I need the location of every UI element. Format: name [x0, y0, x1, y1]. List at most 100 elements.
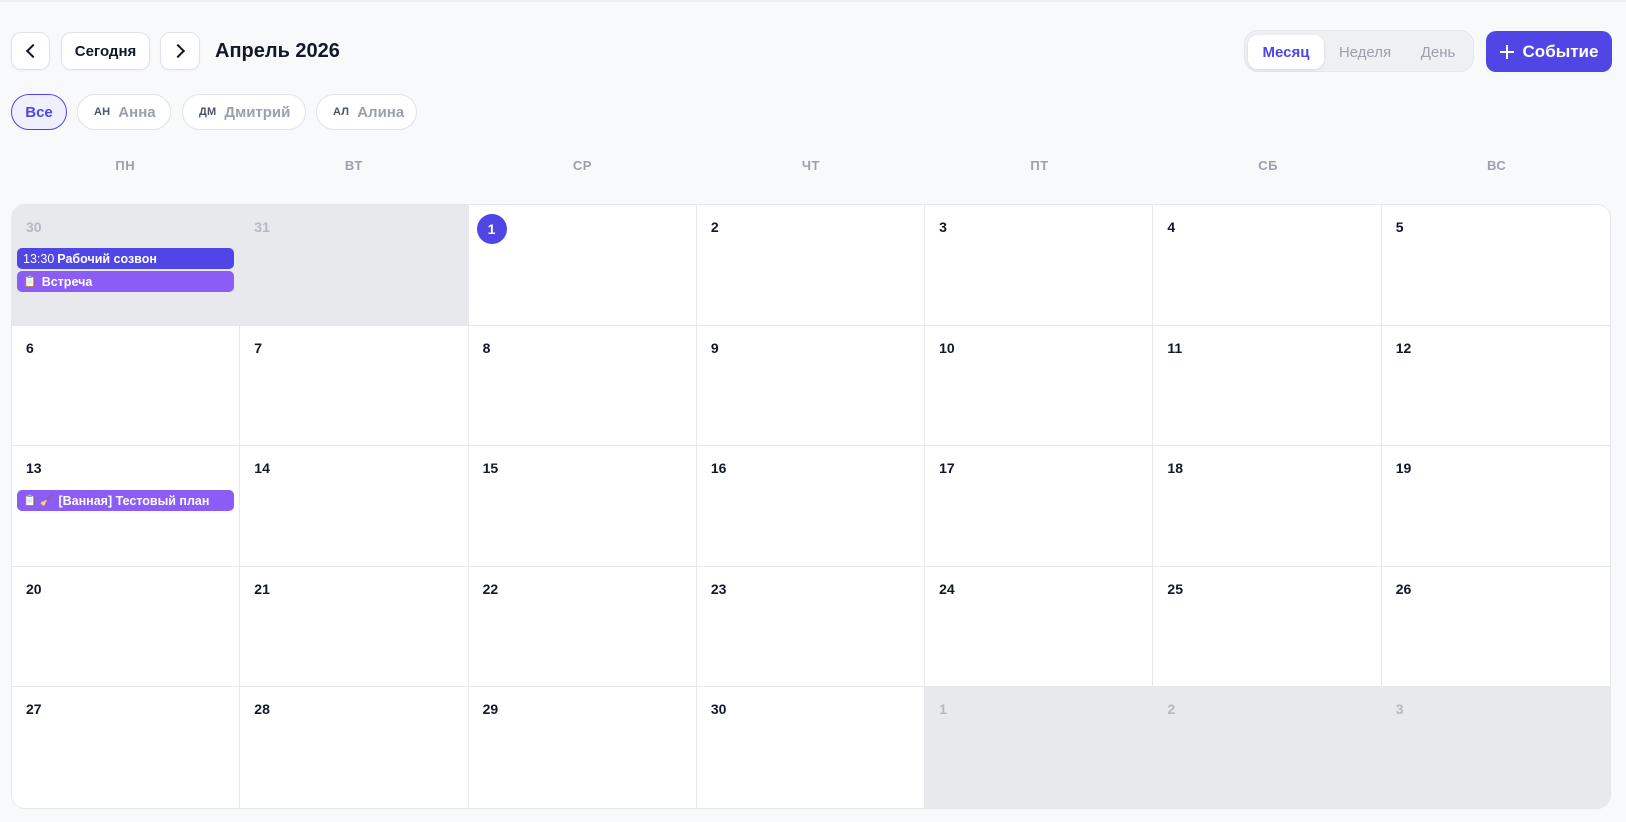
new-event-button[interactable]: Событие [1486, 31, 1612, 72]
view-week-tab[interactable]: Неделя [1327, 35, 1403, 69]
today-button[interactable]: Сегодня [61, 32, 150, 70]
day-number: 4 [1167, 219, 1176, 235]
day-cell[interactable]: 3 [925, 205, 1154, 326]
day-number: 31 [254, 219, 270, 235]
day-cell[interactable]: 18 [1153, 446, 1382, 567]
filter-dmitry-label: Дмитрий [224, 103, 291, 121]
day-number: 28 [254, 701, 270, 718]
filter-all-chip[interactable]: Все [11, 94, 67, 130]
day-cell[interactable]: 20 [12, 566, 241, 688]
avatar: АН [94, 106, 111, 118]
weekday-label: ПТ [1030, 158, 1049, 173]
day-number: 2 [1167, 701, 1176, 718]
clipboard-broom-icon: 📋 🧹 [23, 495, 54, 508]
day-cell[interactable]: 27 [12, 687, 241, 808]
chevron-left-icon [25, 43, 40, 59]
day-number: 12 [1395, 339, 1412, 356]
calendar-toolbar: Сегодня Апрель 2026 Месяц Неделя День Со… [11, 30, 1612, 72]
event-chip[interactable]: 📋 🧹 [Ванная] Тестовый план [17, 490, 235, 512]
day-cell[interactable]: 15 [468, 446, 697, 567]
day-number: 22 [482, 580, 499, 597]
event-chip[interactable]: 13:30 Рабочий созвон [17, 248, 235, 269]
new-event-label: Событие [1522, 41, 1599, 61]
event-time: 13:30 [23, 251, 55, 266]
day-cell[interactable]: 21 [240, 566, 469, 688]
day-number: 14 [254, 460, 270, 477]
day-cell[interactable]: 23 [696, 566, 926, 688]
day-cell[interactable]: 22 [468, 566, 697, 688]
day-number: 2 [710, 219, 719, 235]
day-cell[interactable]: 24 [925, 566, 1154, 688]
day-cell[interactable]: 4 [1153, 205, 1382, 326]
day-number: 21 [254, 580, 270, 597]
day-number: 8 [482, 339, 491, 356]
day-cell[interactable]: 2 [1153, 687, 1382, 808]
day-cell[interactable]: 9 [696, 325, 926, 447]
weekday-label: ВТ [344, 158, 363, 173]
view-day-tab[interactable]: День [1405, 35, 1471, 69]
day-cell[interactable]: 7 [240, 325, 469, 447]
page-title: Апрель 2026 [215, 40, 340, 62]
day-cell[interactable]: 31 [240, 205, 469, 326]
day-cell[interactable]: 28 [240, 687, 469, 808]
view-month-tab[interactable]: Месяц [1248, 35, 1324, 69]
plus-icon [1499, 44, 1514, 59]
day-cell[interactable]: 3 [1381, 687, 1610, 808]
next-month-button[interactable] [160, 32, 200, 70]
avatar: ДМ [199, 106, 217, 118]
day-number: 27 [26, 701, 42, 718]
day-number: 16 [710, 460, 727, 477]
day-number: 3 [1395, 701, 1404, 718]
event-title: Встреча [41, 274, 93, 289]
day-cell[interactable]: 1 [925, 687, 1154, 808]
day-number: 1 [939, 701, 947, 718]
day-number: 17 [939, 460, 955, 477]
day-number: 5 [1395, 219, 1404, 235]
day-cell[interactable]: 11 [1153, 325, 1382, 447]
day-cell[interactable]: 26 [1381, 566, 1610, 688]
filter-all-label: Все [25, 103, 53, 121]
day-cell[interactable]: 13 📋 🧹 [Ванная] Тестовый план [12, 446, 241, 567]
filter-anna-chip[interactable]: АН Анна [77, 94, 171, 130]
weekday-label: СБ [1258, 158, 1278, 173]
day-cell[interactable]: 30 [696, 687, 926, 808]
day-cell[interactable]: 6 [12, 325, 241, 447]
prev-month-button[interactable] [11, 32, 50, 70]
day-cell[interactable]: 2 [696, 205, 926, 326]
weekday-label: ЧТ [801, 158, 820, 173]
day-cell[interactable]: 12 [1381, 325, 1610, 447]
day-number: 26 [1395, 580, 1412, 597]
day-number: 11 [1167, 339, 1183, 356]
day-number: 19 [1395, 460, 1412, 477]
view-switcher: Месяц Неделя День [1244, 30, 1474, 72]
day-cell[interactable]: 16 [696, 446, 926, 567]
day-number: 30 [26, 219, 42, 235]
weekday-label: ВС [1487, 158, 1507, 173]
weekday-header: ПН ВТ СР ЧТ ПТ СБ ВС [11, 158, 1611, 178]
day-cell[interactable]: 25 [1153, 566, 1382, 688]
month-grid: 30 13:30 Рабочий созвон 📋 Встреча 31 1 2… [11, 204, 1611, 809]
day-cell[interactable]: 17 [925, 446, 1154, 567]
filter-anna-label: Анна [118, 103, 156, 121]
filter-alina-chip[interactable]: АЛ Алина [316, 94, 417, 130]
event-chip[interactable]: 📋 Встреча [17, 271, 235, 292]
day-cell[interactable]: 10 [925, 325, 1154, 447]
avatar: АЛ [333, 106, 350, 118]
day-number: 29 [482, 701, 499, 718]
day-cell[interactable]: 14 [240, 446, 469, 567]
weekday-label: СР [572, 158, 592, 173]
day-cell[interactable]: 19 [1381, 446, 1610, 567]
day-cell[interactable]: 29 [468, 687, 697, 808]
day-cell[interactable]: 5 [1381, 205, 1610, 326]
day-cell[interactable]: 30 13:30 Рабочий созвон 📋 Встреча [12, 205, 241, 326]
day-number: 3 [939, 219, 947, 235]
day-cell[interactable]: 1 [468, 205, 697, 326]
day-number: 7 [254, 339, 263, 356]
day-cell[interactable]: 8 [468, 325, 697, 447]
event-title: [Ванная] Тестовый план [58, 493, 210, 508]
clipboard-icon: 📋 [23, 276, 37, 288]
day-number: 30 [710, 701, 727, 718]
filter-dmitry-chip[interactable]: ДМ Дмитрий [182, 94, 306, 130]
day-number: 24 [939, 580, 955, 597]
day-number: 25 [1167, 580, 1183, 597]
